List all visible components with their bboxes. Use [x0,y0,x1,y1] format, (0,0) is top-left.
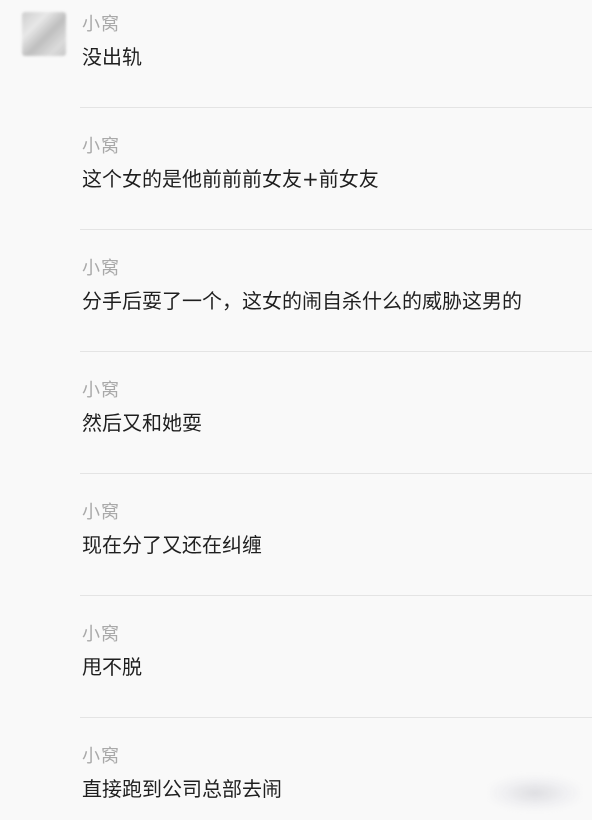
divider [80,107,592,108]
message-text: 直接跑到公司总部去闹 [82,777,282,801]
divider [80,595,592,596]
message-item: 小窝 没出轨 [80,10,592,108]
message-text: 这个女的是他前前前女友+前女友 [82,167,379,191]
divider [80,473,592,474]
message-item: 小窝 现在分了又还在纠缠 [80,498,592,596]
divider [80,717,592,718]
sender-name: 小窝 [82,136,120,157]
sender-name: 小窝 [82,502,120,523]
sender-name: 小窝 [82,746,120,767]
divider [80,229,592,230]
avatar[interactable] [22,12,66,56]
message-text: 甩不脱 [82,655,142,679]
message-text: 分手后耍了一个，这女的闹自杀什么的威胁这男的 [82,289,522,313]
message-item: 小窝 甩不脱 [80,620,592,718]
message-text: 然后又和她耍 [82,411,202,435]
message-item: 小窝 分手后耍了一个，这女的闹自杀什么的威胁这男的 [80,254,592,352]
sender-name: 小窝 [82,380,120,401]
sender-name: 小窝 [82,14,120,35]
message-item: 小窝 然后又和她耍 [80,376,592,474]
message-text: 没出轨 [82,45,142,69]
sender-name: 小窝 [82,258,120,279]
message-text: 现在分了又还在纠缠 [82,533,262,557]
blurred-watermark [490,776,580,810]
divider [80,351,592,352]
message-item: 小窝 这个女的是他前前前女友+前女友 [80,132,592,230]
sender-name: 小窝 [82,624,120,645]
